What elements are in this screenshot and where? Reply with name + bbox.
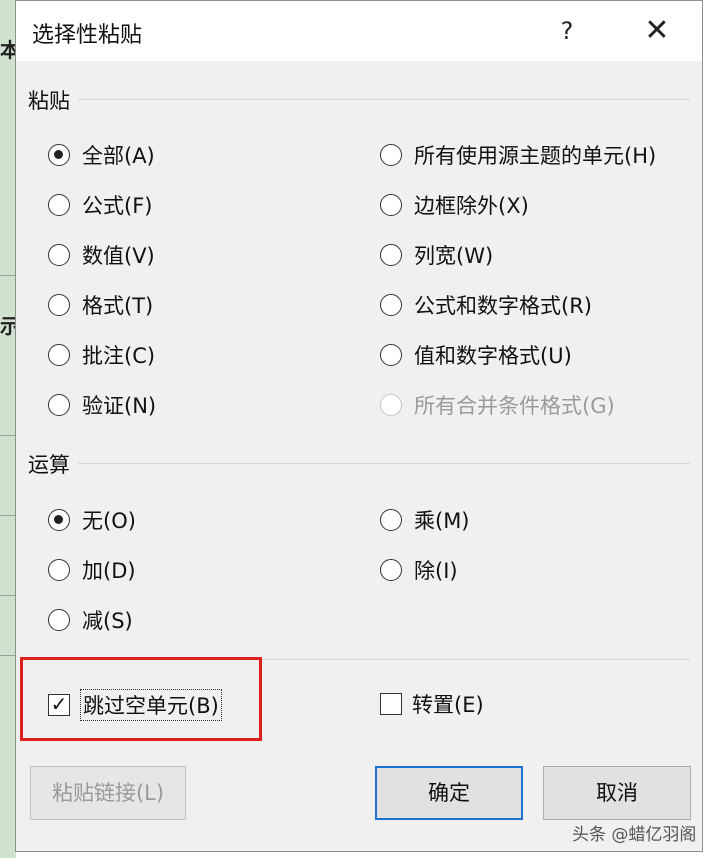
option-label: 全部(A)	[82, 144, 155, 168]
option-label: 值和数字格式(U)	[414, 344, 572, 368]
radio-button-icon[interactable]	[380, 344, 402, 366]
radio-button-icon[interactable]	[48, 194, 70, 216]
radio-paste-formulas-number-formats[interactable]: 公式和数字格式(R)	[380, 290, 592, 320]
option-label: 批注(C)	[82, 344, 156, 368]
operation-group-label: 运算	[28, 453, 70, 477]
radio-paste-comments[interactable]: 批注(C)	[48, 340, 155, 370]
watermark-text: 头条 @蜡亿羽阁	[572, 825, 697, 845]
radio-operation-add[interactable]: 加(D)	[48, 555, 136, 585]
radio-paste-values[interactable]: 数值(V)	[48, 240, 155, 270]
option-label: 格式(T)	[82, 294, 154, 318]
radio-button-icon[interactable]	[380, 294, 402, 316]
radio-button-icon[interactable]	[48, 609, 70, 631]
annotation-highlight-box	[20, 657, 262, 741]
title-bar: 选择性粘贴 ? ✕	[16, 1, 702, 61]
backdrop-cell	[0, 515, 16, 596]
radio-paste-no-borders[interactable]: 边框除外(X)	[380, 190, 529, 220]
option-label: 所有合并条件格式(G)	[414, 394, 615, 418]
help-button[interactable]: ?	[544, 9, 590, 53]
radio-paste-all[interactable]: 全部(A)	[48, 140, 155, 170]
radio-operation-none[interactable]: 无(O)	[48, 505, 136, 535]
option-label: 公式和数字格式(R)	[414, 294, 592, 318]
checkbox-unchecked-icon[interactable]	[380, 693, 402, 715]
option-label: 无(O)	[82, 509, 136, 533]
radio-button-icon[interactable]	[48, 244, 70, 266]
radio-operation-subtract[interactable]: 减(S)	[48, 605, 133, 635]
checkbox-transpose[interactable]: 转置(E)	[380, 689, 484, 719]
option-label: 所有使用源主题的单元(H)	[414, 144, 657, 168]
paste-group-separator	[78, 99, 690, 100]
paste-group-label: 粘贴	[28, 89, 70, 113]
radio-paste-formulas[interactable]: 公式(F)	[48, 190, 152, 220]
radio-button-icon[interactable]	[48, 344, 70, 366]
radio-paste-column-widths[interactable]: 列宽(W)	[380, 240, 493, 270]
option-label: 边框除外(X)	[414, 194, 529, 218]
ok-button[interactable]: 确定	[375, 766, 523, 820]
radio-button-icon	[380, 394, 402, 416]
option-label: 加(D)	[82, 559, 136, 583]
radio-button-icon[interactable]	[380, 144, 402, 166]
radio-button-icon[interactable]	[48, 394, 70, 416]
backdrop-cell	[0, 0, 16, 276]
close-button[interactable]: ✕	[634, 9, 680, 53]
operation-group-separator	[78, 463, 690, 464]
radio-button-icon[interactable]	[380, 559, 402, 581]
radio-paste-values-number-formats[interactable]: 值和数字格式(U)	[380, 340, 572, 370]
option-label: 乘(M)	[414, 509, 470, 533]
radio-button-icon[interactable]	[48, 144, 70, 166]
radio-paste-source-theme[interactable]: 所有使用源主题的单元(H)	[380, 140, 656, 170]
option-label: 公式(F)	[82, 194, 153, 218]
radio-button-icon[interactable]	[380, 509, 402, 531]
cancel-button[interactable]: 取消	[543, 766, 691, 820]
radio-button-icon[interactable]	[48, 559, 70, 581]
dialog-title: 选择性粘贴	[32, 23, 143, 48]
radio-button-icon[interactable]	[380, 194, 402, 216]
backdrop-cell	[0, 435, 16, 516]
option-label: 减(S)	[82, 609, 133, 633]
radio-operation-multiply[interactable]: 乘(M)	[380, 505, 470, 535]
radio-paste-formats[interactable]: 格式(T)	[48, 290, 153, 320]
option-label: 转置(E)	[412, 693, 484, 717]
option-label: 数值(V)	[82, 244, 155, 268]
radio-button-icon[interactable]	[380, 244, 402, 266]
paste-link-button: 粘贴链接(L)	[30, 766, 186, 820]
backdrop-cell	[0, 275, 16, 436]
radio-paste-merge-conditional-formats: 所有合并条件格式(G)	[380, 390, 615, 420]
option-label: 除(I)	[414, 559, 458, 583]
radio-button-icon[interactable]	[48, 294, 70, 316]
option-label: 验证(N)	[82, 394, 157, 418]
radio-button-icon[interactable]	[48, 509, 70, 531]
backdrop-cell	[0, 595, 16, 656]
radio-paste-validation[interactable]: 验证(N)	[48, 390, 156, 420]
radio-operation-divide[interactable]: 除(I)	[380, 555, 458, 585]
option-label: 列宽(W)	[414, 244, 494, 268]
